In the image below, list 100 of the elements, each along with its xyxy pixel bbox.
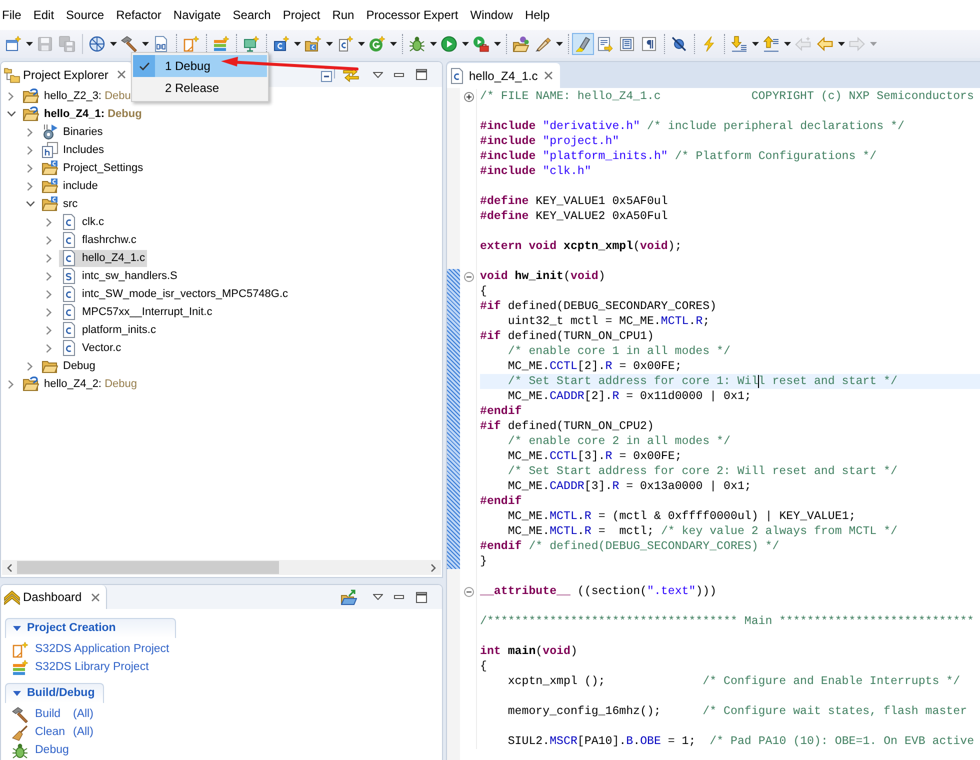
menu-item[interactable]: Project: [282, 7, 320, 23]
collapse-icon[interactable]: [464, 586, 474, 596]
maximize-icon[interactable]: [416, 69, 427, 80]
menu-item[interactable]: Edit: [33, 7, 54, 23]
dropdown-caret-icon[interactable]: [326, 42, 332, 46]
tree-item-label[interactable]: Includes: [63, 142, 104, 158]
view-tab[interactable]: Project Explorer: [1, 62, 134, 87]
pen-icon[interactable]: [535, 36, 551, 52]
tree-item-label[interactable]: intc_SW_mode_isr_vectors_MPC5748G.c: [82, 286, 288, 302]
tree-item-label[interactable]: flashrchw.c: [82, 232, 136, 248]
scroll-right-icon[interactable]: [431, 564, 436, 572]
scrollbar-thumb[interactable]: [17, 561, 279, 574]
new-file-icon[interactable]: [183, 36, 199, 52]
up-arrow-icon[interactable]: [763, 36, 779, 52]
tree-item-label[interactable]: hello_Z4_1: Debug: [44, 106, 142, 122]
highlighter-icon[interactable]: [572, 33, 594, 55]
tree-item-label[interactable]: Project_Settings: [63, 160, 144, 176]
c-project-icon[interactable]: [273, 36, 289, 52]
section-header[interactable]: Project Creation: [5, 618, 176, 638]
chevron-icon[interactable]: [27, 362, 33, 370]
chevron-icon[interactable]: [46, 290, 52, 298]
menu-item[interactable]: File: [2, 7, 22, 23]
tree-item-label[interactable]: hello_Z2_3: Debu: [44, 88, 131, 104]
chevron-icon[interactable]: [27, 182, 33, 190]
left-arrow-icon[interactable]: [817, 36, 833, 52]
editor-tab[interactable]: hello_Z4_1.c: [447, 63, 560, 88]
dashboard-link[interactable]: S32DS Application Project: [35, 641, 170, 659]
tree-item-label[interactable]: include: [63, 178, 98, 194]
menu-item[interactable]: Refactor: [116, 7, 162, 23]
tree-item-label[interactable]: Debug: [63, 358, 96, 374]
chevron-icon[interactable]: [8, 92, 14, 100]
close-icon[interactable]: [544, 71, 553, 80]
dashboard-link[interactable]: Debug: [35, 742, 69, 760]
chevron-icon[interactable]: [46, 218, 52, 226]
open-folder-icon[interactable]: [513, 36, 529, 52]
tree-item-label[interactable]: Binaries: [63, 124, 103, 140]
expand-icon[interactable]: [464, 92, 474, 102]
pilcrow-icon[interactable]: [641, 36, 657, 52]
c-folder-icon[interactable]: [305, 36, 321, 52]
tree-item-label[interactable]: intc_sw_handlers.S: [82, 268, 178, 284]
tree-item-label[interactable]: MPC57xx__Interrupt_Init.c: [82, 304, 212, 320]
menu-item[interactable]: Window: [470, 7, 513, 23]
dropdown-caret-icon[interactable]: [26, 42, 32, 46]
chevron-icon[interactable]: [27, 164, 33, 172]
dropdown-caret-icon[interactable]: [752, 42, 758, 46]
menu-item[interactable]: Run: [332, 7, 354, 23]
chevron-icon[interactable]: [46, 272, 52, 280]
maximize-icon[interactable]: [416, 592, 427, 602]
chevron-icon[interactable]: [46, 308, 52, 316]
binary-file-icon[interactable]: [153, 36, 169, 52]
dropdown-caret-icon[interactable]: [358, 42, 364, 46]
dashboard-link[interactable]: (All): [73, 724, 94, 742]
chevron-icon[interactable]: [46, 254, 52, 262]
chevron-icon[interactable]: [27, 128, 33, 136]
tree-item-label[interactable]: clk.c: [82, 214, 104, 230]
menu-item[interactable]: Processor Expert: [366, 7, 458, 23]
dropdown-caret-icon[interactable]: [838, 42, 844, 46]
dropdown-caret-icon[interactable]: [462, 42, 468, 46]
menu-item[interactable]: 2 Release: [133, 77, 267, 99]
crossed-circle-icon[interactable]: [671, 36, 687, 52]
chevron-icon[interactable]: [27, 146, 33, 154]
close-icon[interactable]: [90, 592, 100, 602]
dashboard-link[interactable]: S32DS Library Project: [35, 659, 149, 677]
chevron-icon[interactable]: [46, 236, 52, 244]
chevron-icon[interactable]: [6, 111, 16, 117]
c-file-icon[interactable]: [337, 36, 353, 52]
monitor-icon[interactable]: [243, 36, 259, 52]
menu-item[interactable]: Search: [232, 7, 271, 23]
view-tab[interactable]: Dashboard: [1, 585, 107, 609]
dashboard-link[interactable]: Clean: [35, 724, 66, 742]
close-icon[interactable]: [117, 70, 126, 79]
dropdown-caret-icon[interactable]: [556, 42, 562, 46]
tree-item-label[interactable]: hello_Z4_2: Debug: [44, 376, 137, 392]
tree-item-label[interactable]: Vector.c: [82, 340, 122, 356]
view-menu-icon[interactable]: [373, 594, 383, 600]
view-menu-icon[interactable]: [373, 72, 383, 78]
folder-arrow-icon[interactable]: [341, 589, 357, 605]
dropdown-caret-icon[interactable]: [294, 42, 300, 46]
run-toolbox-icon[interactable]: [473, 36, 489, 52]
tree-item-label[interactable]: hello_Z4_1.c: [82, 250, 145, 266]
run-icon[interactable]: [441, 36, 457, 52]
new-window-icon[interactable]: [5, 36, 21, 52]
dashboard-link[interactable]: (All): [73, 706, 94, 724]
menu-item[interactable]: Source: [66, 7, 104, 23]
dropdown-caret-icon[interactable]: [390, 42, 396, 46]
collapse-icon[interactable]: [464, 272, 474, 282]
chevron-icon[interactable]: [46, 326, 52, 334]
chevron-icon[interactable]: [46, 344, 52, 352]
dropdown-caret-icon[interactable]: [110, 42, 116, 46]
collapse-all-icon[interactable]: [320, 66, 336, 82]
stacked-layers-icon[interactable]: [213, 36, 229, 52]
bug-icon[interactable]: [409, 36, 425, 52]
dropdown-caret-icon[interactable]: [784, 42, 790, 46]
menu-item[interactable]: 1 Debug: [133, 55, 267, 77]
chevron-icon[interactable]: [26, 201, 34, 207]
tree-item-label[interactable]: src: [63, 196, 78, 212]
minimize-icon[interactable]: [394, 595, 404, 599]
chevron-icon[interactable]: [8, 380, 14, 388]
document-lines-icon[interactable]: [619, 36, 635, 52]
down-arrow-icon[interactable]: [731, 36, 747, 52]
